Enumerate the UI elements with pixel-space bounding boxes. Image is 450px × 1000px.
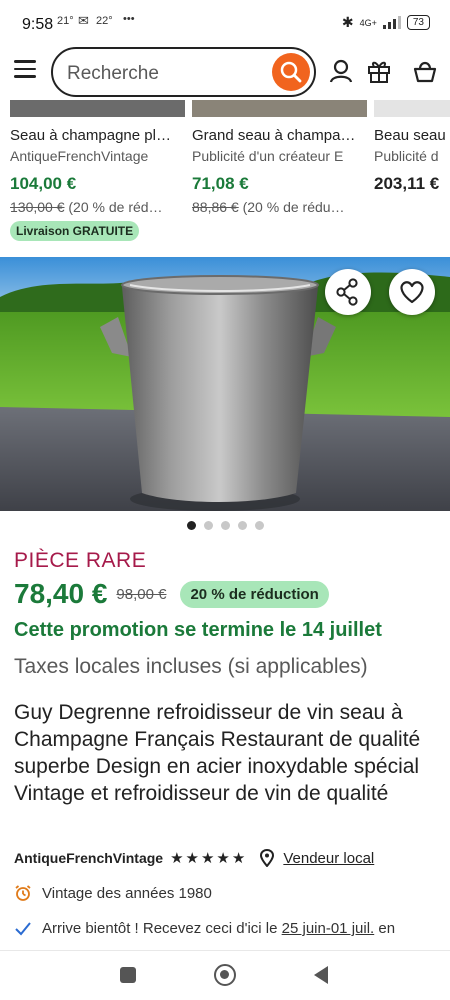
- related-item-image[interactable]: [192, 100, 367, 117]
- checkmark-icon: [15, 921, 31, 935]
- related-item-shop: AntiqueFrenchVintage: [10, 148, 149, 164]
- heart-icon: [400, 281, 424, 304]
- pagination-dot[interactable]: [237, 521, 247, 530]
- favorite-button[interactable]: [389, 269, 435, 315]
- pagination-dot[interactable]: [203, 521, 213, 530]
- rating-stars[interactable]: ★★★★★: [170, 849, 247, 867]
- related-item-old-price: 88,86 € (20 % de rédu…: [192, 199, 345, 215]
- temperature-2: 22°: [96, 15, 113, 27]
- share-icon: [336, 278, 358, 306]
- related-item-title[interactable]: Seau à champagne pl…: [10, 127, 185, 144]
- shop-name-link[interactable]: AntiqueFrenchVintage: [14, 850, 163, 866]
- pagination-dot[interactable]: [186, 521, 196, 530]
- delivery-text: Arrive bientôt ! Recevez ceci d'ici le 2…: [42, 920, 396, 937]
- menu-icon[interactable]: [14, 60, 36, 78]
- original-price: 98,00 €: [116, 585, 167, 603]
- system-navigation-bar: [0, 950, 450, 1000]
- search-icon: [280, 61, 302, 83]
- clock: 9:58: [22, 16, 54, 33]
- related-item-image[interactable]: [10, 100, 185, 117]
- image-pagination[interactable]: [0, 521, 450, 530]
- related-item-image[interactable]: [374, 100, 450, 117]
- search-bar[interactable]: Recherche: [51, 47, 316, 97]
- recents-button[interactable]: [120, 967, 136, 983]
- related-item-shop: Publicité d: [374, 148, 439, 164]
- taxes-note: Taxes locales incluses (si applicables): [14, 655, 368, 678]
- gift-icon[interactable]: [366, 58, 392, 84]
- related-item-shop: Publicité d'un créateur E: [192, 148, 344, 164]
- status-bar: 9:58 21° ✉ 22° ••• ✱ 4G+ 73: [0, 0, 450, 46]
- temperature-1: 21°: [57, 15, 74, 27]
- related-item-price: 104,00 €: [10, 174, 77, 193]
- discount-badge: 20 % de réduction: [180, 580, 329, 608]
- share-button[interactable]: [325, 269, 371, 315]
- cart-icon[interactable]: [412, 58, 438, 84]
- related-item-3[interactable]: Beau seau Publicité d 203,11 €: [374, 100, 450, 194]
- related-item-price: 203,11 €: [374, 174, 440, 193]
- price-row: 78,40 € 98,00 € 20 % de réduction: [14, 578, 329, 610]
- rare-item-label: PIÈCE RARE: [14, 549, 147, 572]
- related-item-2[interactable]: Grand seau à champa… Publicité d'un créa…: [192, 100, 367, 215]
- app-header: Recherche: [0, 44, 450, 100]
- mail-icon: ✉: [78, 13, 89, 28]
- location-pin-icon: [260, 849, 275, 867]
- product-price: 78,40 €: [14, 578, 108, 609]
- pagination-dot[interactable]: [254, 521, 264, 530]
- status-right: ✱ 4G+ 73: [342, 14, 430, 31]
- vintage-text: Vintage des années 1980: [42, 884, 212, 902]
- network-label: 4G+: [359, 17, 377, 28]
- related-item-title[interactable]: Beau seau: [374, 127, 450, 144]
- related-item-1[interactable]: Seau à champagne pl… AntiqueFrenchVintag…: [10, 100, 185, 215]
- signal-icon: [382, 16, 401, 29]
- delivery-info: Arrive bientôt ! Recevez ceci d'ici le 2…: [14, 920, 395, 937]
- promotion-end-text: Cette promotion se termine le 14 juillet: [14, 619, 382, 641]
- more-notifications-icon: •••: [123, 13, 135, 25]
- account-icon[interactable]: [328, 58, 354, 84]
- related-item-price: 71,08 €: [192, 174, 249, 193]
- free-shipping-badge: Livraison GRATUITE: [10, 221, 140, 241]
- alarm-clock-icon: [15, 885, 31, 901]
- home-button[interactable]: [214, 964, 236, 986]
- champagne-bucket-photo[interactable]: [0, 257, 450, 511]
- related-item-title[interactable]: Grand seau à champa…: [192, 127, 367, 144]
- local-seller-link[interactable]: Vendeur local: [283, 850, 374, 867]
- bluetooth-icon: ✱: [341, 14, 354, 30]
- battery-icon: 73: [406, 15, 430, 30]
- related-item-old-price: 130,00 € (20 % de réd…: [10, 199, 163, 215]
- product-title: Guy Degrenne refroidisseur de vin seau à…: [14, 701, 421, 805]
- pagination-dot[interactable]: [220, 521, 230, 530]
- vintage-info: Vintage des années 1980: [14, 884, 212, 902]
- search-input[interactable]: Recherche: [67, 63, 159, 85]
- related-items-carousel[interactable]: Seau à champagne pl… AntiqueFrenchVintag…: [0, 100, 450, 250]
- product-image[interactable]: [0, 257, 450, 511]
- seller-row: AntiqueFrenchVintage ★★★★★ Vendeur local: [14, 849, 439, 867]
- back-button[interactable]: [314, 966, 328, 984]
- search-button[interactable]: [272, 53, 310, 91]
